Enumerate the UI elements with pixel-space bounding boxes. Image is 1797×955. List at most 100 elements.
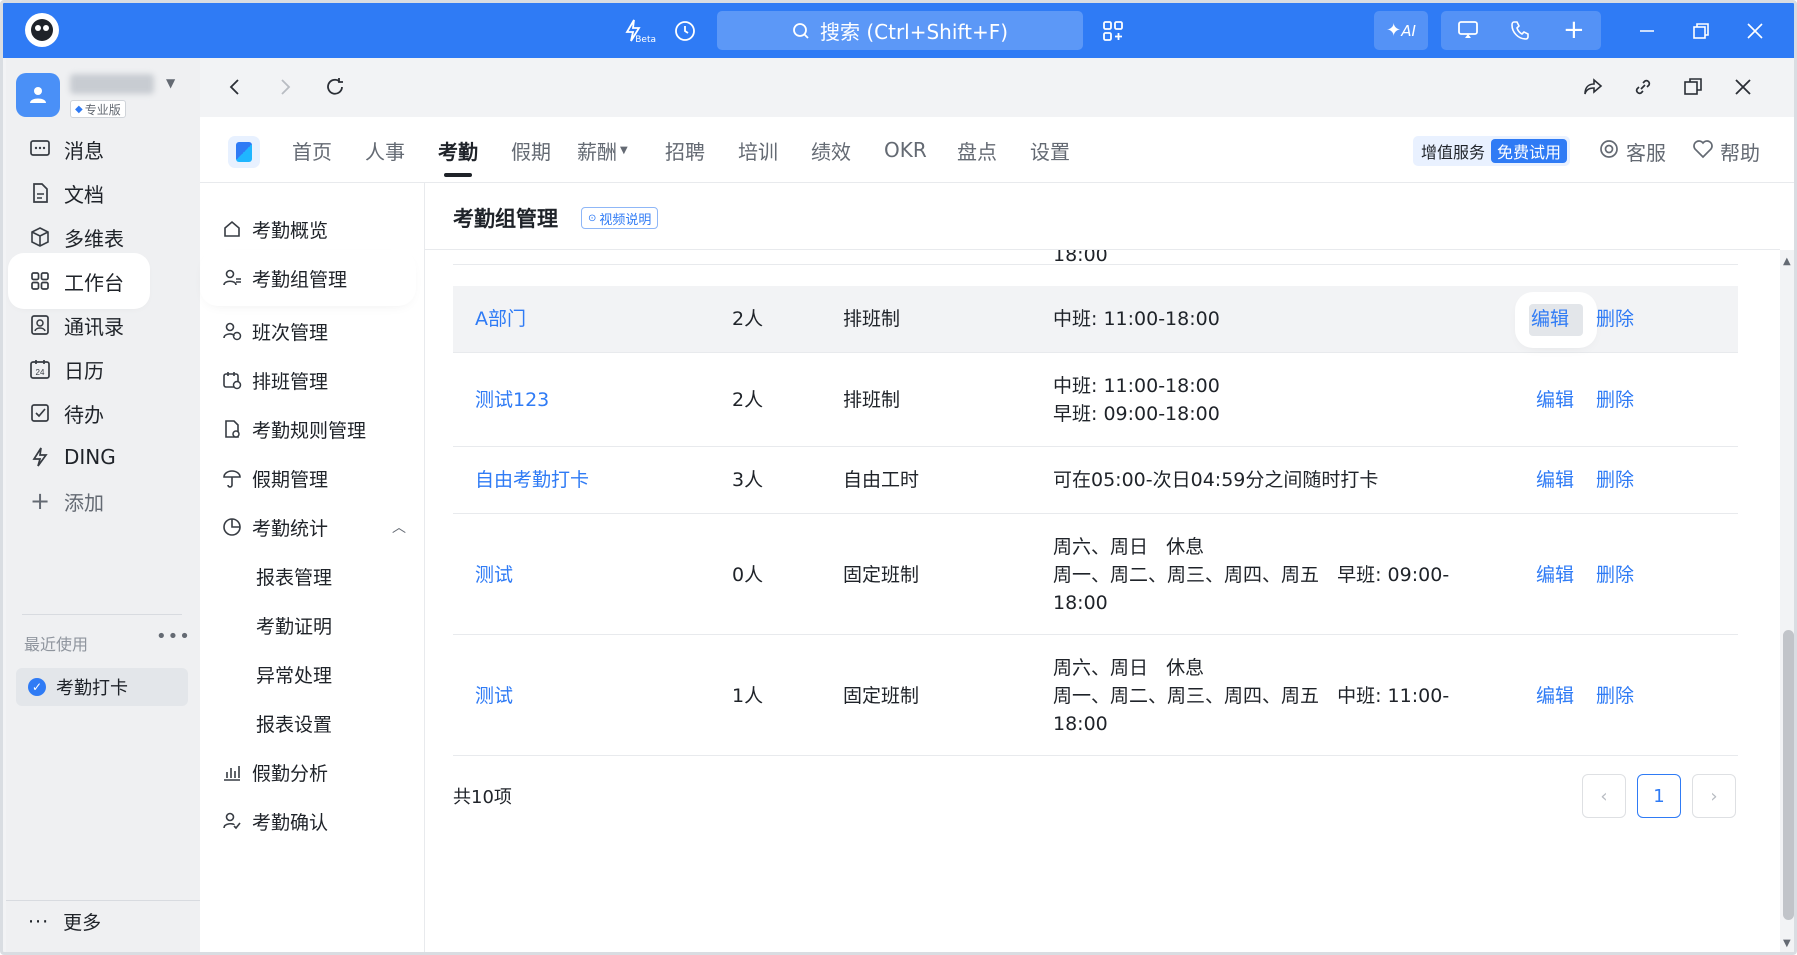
plus-icon[interactable]: + (1563, 15, 1585, 45)
hr-app-logo[interactable] (228, 136, 260, 168)
close-icon[interactable] (1728, 72, 1758, 102)
history-icon[interactable] (669, 15, 701, 47)
edit-button[interactable]: 编辑 (1536, 560, 1574, 590)
recent-item-attendance[interactable]: ✓ 考勤打卡 (16, 668, 188, 706)
tab-leave[interactable]: 假期 (511, 117, 551, 183)
global-search-input[interactable]: 搜索 (Ctrl+Shift+F) (717, 11, 1083, 50)
value-added-service-button[interactable]: 增值服务 免费试用 (1413, 136, 1571, 166)
group-name-link[interactable]: A部门 (475, 304, 526, 334)
subnav-schedule-management[interactable]: 排班管理 (222, 360, 328, 400)
minimize-icon[interactable] (1631, 15, 1663, 47)
tab-okr[interactable]: OKR (884, 117, 927, 183)
edit-button[interactable]: 编辑 (1536, 465, 1574, 495)
subnav-label: 考勤概览 (252, 219, 329, 242)
table-row[interactable]: 测试123 2人 排班制 中班: 11:00-18:00 早班: 09:00-1… (453, 353, 1738, 447)
call-icon[interactable] (1509, 19, 1531, 45)
share-icon[interactable] (1578, 72, 1608, 102)
org-name-blurred[interactable] (70, 74, 154, 94)
edit-button[interactable]: 编辑 (1536, 681, 1574, 711)
more-options-icon[interactable]: ••• (156, 626, 191, 647)
tab-performance[interactable]: 绩效 (811, 117, 851, 183)
group-name-link[interactable]: 测试123 (475, 385, 549, 415)
subnav-exception-handling[interactable]: 异常处理 (256, 654, 332, 694)
app-logo[interactable] (25, 13, 59, 47)
screen-share-icon[interactable] (1457, 19, 1479, 45)
subnav-report-management[interactable]: 报表管理 (256, 556, 332, 596)
vas-label: 增值服务 (1421, 143, 1486, 162)
nav-item-calendar[interactable]: 24 日历 (22, 347, 182, 391)
apps-grid-icon[interactable] (1097, 15, 1129, 47)
scroll-thumb[interactable] (1783, 630, 1794, 920)
more-button[interactable]: ··· 更多 (28, 908, 101, 935)
table-row[interactable]: 自由考勤打卡 3人 自由工时 可在05:00-次日04:59分之间随时打卡 编辑… (453, 447, 1738, 514)
back-icon[interactable] (220, 72, 250, 102)
cube-icon (28, 225, 52, 249)
subnav-group-management[interactable]: 考勤组管理 (208, 258, 408, 298)
refresh-icon[interactable] (320, 72, 350, 102)
close-window-icon[interactable] (1739, 15, 1771, 47)
prev-page-button[interactable]: ‹ (1582, 774, 1626, 818)
nav-item-add[interactable]: + 添加 (22, 479, 182, 523)
subnav-attendance-proof[interactable]: 考勤证明 (256, 605, 332, 645)
group-name-link[interactable]: 自由考勤打卡 (475, 465, 589, 495)
nav-item-messages[interactable]: 消息 (22, 127, 182, 171)
subnav-overview[interactable]: 考勤概览 (222, 209, 328, 249)
help-button[interactable]: 帮助 (1692, 136, 1760, 166)
nav-item-multitable[interactable]: 多维表 (22, 215, 182, 259)
org-avatar[interactable] (16, 73, 60, 117)
edit-button[interactable]: 编辑 (1531, 304, 1569, 334)
page-number-button[interactable]: 1 (1637, 774, 1681, 818)
forward-icon[interactable] (270, 72, 300, 102)
subnav-attendance-confirm[interactable]: 考勤确认 (222, 801, 328, 841)
nav-label: 多维表 (64, 226, 124, 251)
subnav-shift-management[interactable]: 班次管理 (222, 311, 328, 351)
chevron-up-icon[interactable]: ︿ (392, 517, 406, 537)
table-row[interactable]: 测试 1人 固定班制 周六、周日 休息 周一、周二、周三、周四、周五 中班: 1… (453, 635, 1738, 756)
nav-label: 添加 (64, 490, 104, 515)
table-row[interactable]: A部门 2人 排班制 中班: 11:00-18:00 编辑 删除 (453, 286, 1738, 353)
caret-down-icon[interactable]: ▼ (166, 76, 175, 90)
scroll-up-icon[interactable]: ▲ (1783, 256, 1791, 267)
delete-button[interactable]: 删除 (1596, 465, 1634, 495)
edit-button[interactable]: 编辑 (1536, 385, 1574, 415)
ai-assistant-button[interactable]: ✦ AI (1374, 11, 1428, 50)
tab-salary[interactable]: 薪酬 ▼ (577, 117, 628, 183)
shift-info: 中班: 11:00-18:00 (1053, 308, 1220, 330)
nav-item-contacts[interactable]: 通讯录 (22, 303, 182, 347)
beta-lightning-icon[interactable]: Beta (618, 15, 656, 47)
tab-training[interactable]: 培训 (738, 117, 778, 183)
tab-home[interactable]: 首页 (292, 117, 332, 183)
nav-item-ding[interactable]: DING (22, 435, 182, 479)
group-name-link[interactable]: 测试 (475, 681, 513, 711)
tab-attendance[interactable]: 考勤 (438, 117, 478, 183)
restore-icon[interactable] (1685, 15, 1717, 47)
vertical-scrollbar[interactable]: ▲ ▼ (1780, 250, 1794, 952)
group-name-link[interactable]: 测试 (475, 560, 513, 590)
tab-recruit[interactable]: 招聘 (665, 117, 705, 183)
subnav-leave-management[interactable]: 假期管理 (222, 458, 328, 498)
customer-service-button[interactable]: 客服 (1598, 136, 1666, 166)
delete-button[interactable]: 删除 (1596, 681, 1634, 711)
nav-item-workbench[interactable]: 工作台 (14, 259, 144, 303)
video-guide-link[interactable]: ⊙ 视频说明 (581, 207, 659, 229)
delete-button[interactable]: 删除 (1596, 385, 1634, 415)
tab-inventory[interactable]: 盘点 (957, 117, 997, 183)
shift-info: 可在05:00-次日04:59分之间随时打卡 (1053, 469, 1379, 491)
nav-item-todo[interactable]: 待办 (22, 391, 182, 435)
delete-button[interactable]: 删除 (1596, 560, 1634, 590)
link-icon[interactable] (1628, 72, 1658, 102)
subnav-leave-analysis[interactable]: 假勤分析 (222, 752, 328, 792)
total-count: 共10项 (453, 787, 512, 808)
table-row[interactable]: 测试 0人 固定班制 周六、周日 休息 周一、周二、周三、周四、周五 早班: 0… (453, 514, 1738, 635)
tab-personnel[interactable]: 人事 (365, 117, 405, 183)
plus-icon: + (29, 487, 51, 515)
subnav-rule-management[interactable]: 考勤规则管理 (222, 409, 366, 449)
subnav-report-settings[interactable]: 报表设置 (256, 703, 332, 743)
delete-button[interactable]: 删除 (1596, 304, 1634, 334)
subnav-statistics[interactable]: 考勤统计 ︿ (222, 507, 406, 547)
tab-settings[interactable]: 设置 (1030, 117, 1070, 183)
scroll-down-icon[interactable]: ▼ (1783, 938, 1791, 949)
open-window-icon[interactable] (1678, 72, 1708, 102)
nav-item-docs[interactable]: 文档 (22, 171, 182, 215)
next-page-button[interactable]: › (1692, 774, 1736, 818)
